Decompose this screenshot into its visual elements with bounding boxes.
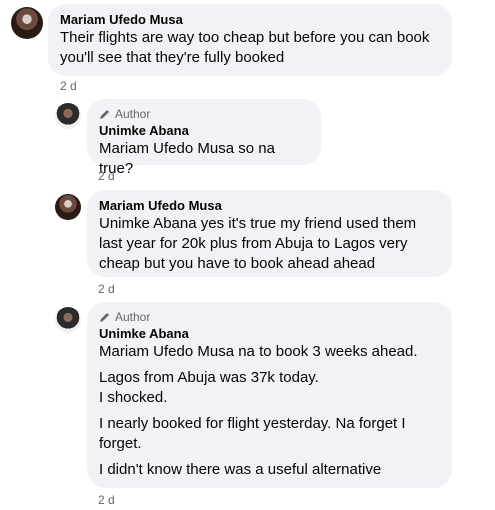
pencil-icon (100, 313, 109, 322)
comment-paragraph: I didn't know there was a useful alterna… (99, 461, 382, 478)
comment-paragraph: Mariam Ufedo Musa na to book 3 weeks ahe… (99, 343, 418, 360)
comment-author[interactable]: Mariam Ufedo Musa (60, 12, 440, 28)
comment-text-line: you'll see that they're fully booked (60, 49, 285, 66)
comment-bubble: Mariam Ufedo Musa Unimke Abana yes it's … (87, 190, 452, 277)
comment-time[interactable]: 2 d (98, 493, 115, 507)
comment-time[interactable]: 2 d (98, 169, 115, 183)
avatar[interactable] (11, 7, 43, 39)
comment-bubble: Mariam Ufedo Musa Their flights are way … (48, 4, 452, 76)
comment-time[interactable]: 2 d (60, 79, 77, 93)
comment-author[interactable]: Mariam Ufedo Musa (99, 198, 440, 214)
comment-text-line: last year for 20k plus from Abuja to Lag… (99, 235, 408, 252)
author-badge: Author (99, 107, 309, 121)
comment-author[interactable]: Unimke Abana (99, 123, 309, 139)
pencil-icon (100, 110, 109, 119)
comment-text-line: Their flights are way too cheap but befo… (60, 29, 430, 46)
comment-author[interactable]: Unimke Abana (99, 326, 440, 342)
comment-text-line: cheap but you have to book ahead ahead (99, 255, 376, 272)
avatar[interactable] (55, 194, 81, 220)
avatar[interactable] (55, 307, 81, 333)
author-badge-label: Author (115, 310, 151, 324)
avatar[interactable] (55, 103, 81, 129)
comment-bubble: Author Unimke Abana Mariam Ufedo Musa so… (87, 99, 321, 177)
comment-paragraph: Lagos from Abuja was 37k today. I shocke… (99, 369, 319, 406)
comment-paragraph: I nearly booked for flight yesterday. Na… (99, 415, 406, 452)
author-badge-label: Author (115, 107, 151, 121)
comment-text-line: Unimke Abana yes it's true my friend use… (99, 215, 417, 232)
comment-text-line: Mariam Ufedo Musa so na true? (99, 140, 275, 177)
comment-bubble: Author Unimke Abana Mariam Ufedo Musa na… (87, 302, 452, 488)
comment-time[interactable]: 2 d (98, 282, 115, 296)
author-badge: Author (99, 310, 440, 324)
